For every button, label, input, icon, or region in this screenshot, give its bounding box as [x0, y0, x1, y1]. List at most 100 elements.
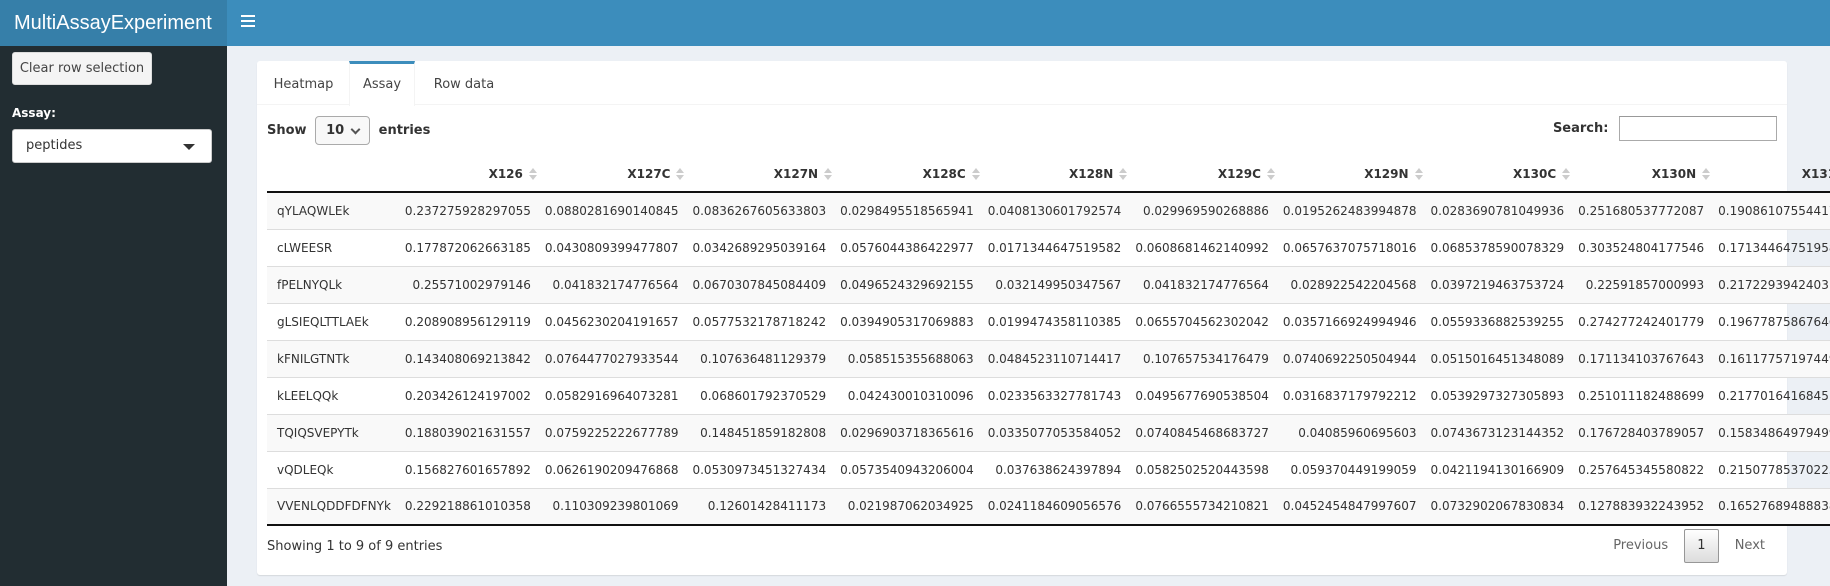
show-label: Show: [267, 123, 307, 138]
column-header-x127n[interactable]: X127N: [688, 156, 837, 193]
table-info: Showing 1 to 9 of 9 entries: [267, 539, 443, 554]
sort-icon[interactable]: [1119, 168, 1128, 182]
column-header-x131[interactable]: X131: [1714, 156, 1830, 193]
value-cell: 0.0408130601792574: [983, 192, 1132, 229]
table-row[interactable]: qYLAQWLEk 0.237275928297055 0.088028169014…: [267, 192, 1830, 229]
column-header-rownames: [267, 156, 401, 193]
sidebar-toggle-icon[interactable]: [241, 15, 255, 27]
sort-icon[interactable]: [971, 168, 980, 182]
value-cell: 0.0530973451327434: [688, 450, 837, 488]
value-cell: 0.0740845468683727: [1131, 413, 1279, 451]
value-cell: 0.0397219463753724: [1426, 265, 1575, 303]
value-cell: 0.237275928297055: [400, 192, 541, 229]
assay-select-value: peptides: [26, 138, 83, 153]
value-cell: 0.042430010310096: [836, 376, 984, 414]
value-cell: 0.161177571974496: [1714, 339, 1830, 377]
table-row[interactable]: kFNILGTNTk 0.143408069213842 0.07644770279…: [267, 339, 1830, 377]
value-cell: 0.165276894888382: [1714, 487, 1830, 526]
column-header-label: X127C: [627, 166, 671, 181]
column-header-x129c[interactable]: X129C: [1131, 156, 1279, 193]
value-cell: 0.12601428411173: [688, 487, 837, 526]
column-header-x130n[interactable]: X130N: [1574, 156, 1715, 193]
row-name-cell: kFNILGTNTk: [267, 339, 401, 377]
value-cell: 0.0766555734210821: [1131, 487, 1279, 526]
value-cell: 0.0421194130166909: [1426, 450, 1575, 488]
value-cell: 0.0732902067830834: [1426, 487, 1575, 526]
table-row[interactable]: VVENLQDDFDFNYk 0.229218861010358 0.1103092…: [267, 487, 1830, 526]
table-row[interactable]: cLWEESR 0.177872062663185 0.04308093994778…: [267, 228, 1830, 266]
value-cell: 0.0283690781049936: [1426, 192, 1575, 229]
column-header-label: X126: [488, 166, 523, 181]
column-header-x128c[interactable]: X128C: [836, 156, 984, 193]
sort-icon[interactable]: [824, 168, 833, 182]
value-cell: 0.0241184609056576: [983, 487, 1132, 526]
value-cell: 0.0626190209476868: [540, 450, 689, 488]
value-cell: 0.0764477027933544: [540, 339, 689, 377]
column-header-x130c[interactable]: X130C: [1426, 156, 1575, 193]
value-cell: 0.22591857000993: [1574, 265, 1715, 303]
value-cell: 0.0298495518565941: [836, 192, 984, 229]
value-cell: 0.203426124197002: [400, 376, 541, 414]
row-name-cell: VVENLQDDFDFNYk: [267, 487, 401, 526]
row-name-cell: gLSIEQLTTLAEk: [267, 302, 401, 340]
value-cell: 0.257645345580822: [1574, 450, 1715, 488]
value-cell: 0.158348649794995: [1714, 413, 1830, 451]
value-cell: 0.0685378590078329: [1426, 228, 1575, 266]
table-row[interactable]: TQIQSVEPYTk 0.188039021631557 0.0759225222…: [267, 413, 1830, 451]
page-button-1[interactable]: 1: [1684, 529, 1719, 563]
clear-row-selection-button[interactable]: Clear row selection: [12, 52, 152, 85]
tab-assay[interactable]: Assay: [349, 61, 415, 106]
search-input[interactable]: [1619, 116, 1777, 141]
value-cell: 0.058515355688063: [836, 339, 984, 377]
tab-row-data[interactable]: Row data: [415, 61, 513, 105]
sort-icon[interactable]: [1266, 168, 1275, 182]
column-header-x127c[interactable]: X127C: [540, 156, 689, 193]
sort-icon[interactable]: [1562, 168, 1571, 182]
sort-icon[interactable]: [1702, 168, 1711, 182]
value-cell: 0.217229394240318: [1714, 265, 1830, 303]
column-header-x129n[interactable]: X129N: [1278, 156, 1427, 193]
assay-table: X126 X127C X127N X128C X128N X129C X129N X130C X…: [267, 156, 1830, 526]
sort-icon[interactable]: [528, 168, 537, 182]
column-header-x128n[interactable]: X128N: [983, 156, 1132, 193]
table-row[interactable]: kLEELQQk 0.203426124197002 0.0582916964073…: [267, 376, 1830, 414]
table-row[interactable]: fPELNYQLk 0.25571002979146 0.0418321747765…: [267, 265, 1830, 303]
value-cell: 0.0335077053584052: [983, 413, 1132, 451]
previous-page-button[interactable]: Previous: [1601, 529, 1680, 563]
content-box: Heatmap Assay Row data Show 10 entries S…: [257, 61, 1830, 575]
value-cell: 0.0342689295039164: [688, 228, 837, 266]
page-length-select[interactable]: 10: [315, 116, 371, 145]
row-name-cell: TQIQSVEPYTk: [267, 413, 401, 451]
column-header-x126[interactable]: X126: [400, 156, 541, 193]
value-cell: 0.0452454847997607: [1278, 487, 1427, 526]
page-length-value: 10: [326, 123, 345, 138]
value-cell: 0.0539297327305893: [1426, 376, 1575, 414]
caret-down-icon: [183, 144, 195, 150]
table-row[interactable]: vQDLEQk 0.156827601657892 0.06261902094768…: [267, 450, 1830, 488]
value-cell: 0.215077853702252: [1714, 450, 1830, 488]
value-cell: 0.0740692250504944: [1278, 339, 1427, 377]
value-cell: 0.0743673123144352: [1426, 413, 1575, 451]
sort-icon[interactable]: [1414, 168, 1423, 182]
value-cell: 0.0759225222677789: [540, 413, 689, 451]
table-row[interactable]: gLSIEQLTTLAEk 0.208908956129119 0.04562302…: [267, 302, 1830, 340]
column-header-label: X129N: [1364, 166, 1409, 181]
value-cell: 0.021987062034925: [836, 487, 984, 526]
table-body: qYLAQWLEk 0.237275928297055 0.088028169014…: [267, 192, 1830, 526]
value-cell: 0.0495677690538504: [1131, 376, 1279, 414]
entries-label: entries: [378, 123, 431, 138]
value-cell: 0.0484523110714417: [983, 339, 1132, 377]
assay-select[interactable]: peptides: [12, 129, 212, 163]
value-cell: 0.0456230204191657: [540, 302, 689, 340]
search-control: Search:: [1553, 116, 1777, 141]
value-cell: 0.0880281690140845: [540, 192, 689, 229]
value-cell: 0.274277242401779: [1574, 302, 1715, 340]
value-cell: 0.0515016451348089: [1426, 339, 1575, 377]
app-logo[interactable]: MultiAssayExperiment: [0, 0, 227, 46]
sort-icon[interactable]: [676, 168, 685, 182]
tab-heatmap[interactable]: Heatmap: [257, 61, 350, 105]
value-cell: 0.127883932243952: [1574, 487, 1715, 526]
next-page-button[interactable]: Next: [1723, 529, 1777, 563]
chevron-down-icon: [350, 124, 361, 135]
value-cell: 0.148451859182808: [688, 413, 837, 451]
